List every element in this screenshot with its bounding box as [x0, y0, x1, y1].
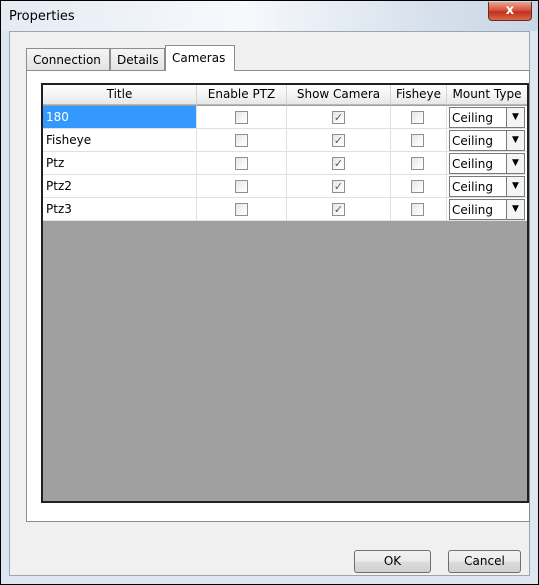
enable-ptz-cell	[197, 106, 287, 129]
dropdown-arrow-icon[interactable]: ▼	[506, 154, 524, 173]
cameras-grid: Title Enable PTZ Show Camera Fisheye Mou…	[41, 83, 529, 503]
mount-type-dropdown[interactable]: Ceiling ▼	[449, 199, 525, 220]
column-header-title[interactable]: Title	[43, 85, 197, 105]
table-row[interactable]: 180 ✓ Ceiling ▼	[43, 106, 527, 129]
camera-title-cell[interactable]: Ptz	[43, 152, 197, 175]
fisheye-cell	[391, 175, 447, 198]
column-header-mount-type[interactable]: Mount Type	[447, 85, 527, 105]
checkmark-icon: ✓	[333, 111, 344, 124]
tab-cameras-label: Cameras	[172, 51, 226, 65]
window-title: Properties	[9, 9, 75, 24]
close-icon: x	[505, 3, 515, 18]
tab-details-label: Details	[117, 53, 159, 67]
tab-connection-label: Connection	[33, 53, 101, 67]
camera-title-cell[interactable]: Fisheye	[43, 129, 197, 152]
mount-type-value: Ceiling	[452, 157, 493, 171]
fisheye-cell	[391, 198, 447, 221]
dropdown-arrow-icon[interactable]: ▼	[506, 108, 524, 127]
enable-ptz-checkbox[interactable]	[235, 157, 248, 170]
mount-type-cell: Ceiling ▼	[447, 175, 527, 198]
show-camera-checkbox[interactable]: ✓	[332, 134, 345, 147]
cameras-tab-panel: Title Enable PTZ Show Camera Fisheye Mou…	[26, 70, 530, 522]
mount-type-cell: Ceiling ▼	[447, 106, 527, 129]
mount-type-value: Ceiling	[452, 180, 493, 194]
table-row[interactable]: Ptz2 ✓ Ceiling ▼	[43, 175, 527, 198]
enable-ptz-cell	[197, 152, 287, 175]
show-camera-cell: ✓	[287, 198, 391, 221]
table-row[interactable]: Ptz ✓ Ceiling ▼	[43, 152, 527, 175]
camera-title-cell[interactable]: 180	[43, 106, 197, 129]
fisheye-checkbox[interactable]	[411, 134, 424, 147]
fisheye-cell	[391, 152, 447, 175]
show-camera-checkbox[interactable]: ✓	[332, 111, 345, 124]
enable-ptz-checkbox[interactable]	[235, 134, 248, 147]
tab-cameras[interactable]: Cameras	[165, 45, 235, 71]
mount-type-value: Ceiling	[452, 203, 493, 217]
show-camera-cell: ✓	[287, 129, 391, 152]
cancel-button[interactable]: Cancel	[448, 550, 521, 573]
mount-type-value: Ceiling	[452, 111, 493, 125]
column-header-enable-ptz[interactable]: Enable PTZ	[197, 85, 287, 105]
table-row[interactable]: Ptz3 ✓ Ceiling ▼	[43, 198, 527, 221]
show-camera-cell: ✓	[287, 175, 391, 198]
checkmark-icon: ✓	[333, 180, 344, 193]
mount-type-cell: Ceiling ▼	[447, 198, 527, 221]
camera-title-cell[interactable]: Ptz3	[43, 198, 197, 221]
mount-type-value: Ceiling	[452, 134, 493, 148]
ok-button[interactable]: OK	[354, 550, 431, 573]
mount-type-dropdown[interactable]: Ceiling ▼	[449, 107, 525, 128]
enable-ptz-checkbox[interactable]	[235, 180, 248, 193]
fisheye-checkbox[interactable]	[411, 157, 424, 170]
window-frame: Connection Details Cameras Title Enable …	[1, 31, 538, 584]
column-header-fisheye[interactable]: Fisheye	[391, 85, 447, 105]
checkmark-icon: ✓	[333, 157, 344, 170]
mount-type-dropdown[interactable]: Ceiling ▼	[449, 153, 525, 174]
checkmark-icon: ✓	[333, 134, 344, 147]
show-camera-cell: ✓	[287, 152, 391, 175]
enable-ptz-cell	[197, 129, 287, 152]
mount-type-dropdown[interactable]: Ceiling ▼	[449, 176, 525, 197]
dropdown-arrow-icon[interactable]: ▼	[506, 177, 524, 196]
fisheye-checkbox[interactable]	[411, 180, 424, 193]
fisheye-cell	[391, 106, 447, 129]
column-header-show-camera[interactable]: Show Camera	[287, 85, 391, 105]
close-button[interactable]: x	[488, 2, 532, 21]
tab-connection[interactable]: Connection	[26, 48, 110, 70]
show-camera-cell: ✓	[287, 106, 391, 129]
dropdown-arrow-icon[interactable]: ▼	[506, 131, 524, 150]
enable-ptz-checkbox[interactable]	[235, 111, 248, 124]
fisheye-checkbox[interactable]	[411, 203, 424, 216]
enable-ptz-cell	[197, 198, 287, 221]
table-row[interactable]: Fisheye ✓ Ceiling ▼	[43, 129, 527, 152]
enable-ptz-cell	[197, 175, 287, 198]
checkmark-icon: ✓	[333, 203, 344, 216]
show-camera-checkbox[interactable]: ✓	[332, 180, 345, 193]
mount-type-dropdown[interactable]: Ceiling ▼	[449, 130, 525, 151]
tab-details[interactable]: Details	[110, 48, 165, 70]
dialog-client-area: Connection Details Cameras Title Enable …	[9, 31, 530, 576]
camera-title-cell[interactable]: Ptz2	[43, 175, 197, 198]
dropdown-arrow-icon[interactable]: ▼	[506, 200, 524, 219]
show-camera-checkbox[interactable]: ✓	[332, 157, 345, 170]
show-camera-checkbox[interactable]: ✓	[332, 203, 345, 216]
grid-header: Title Enable PTZ Show Camera Fisheye Mou…	[43, 85, 527, 105]
mount-type-cell: Ceiling ▼	[447, 129, 527, 152]
fisheye-cell	[391, 129, 447, 152]
fisheye-checkbox[interactable]	[411, 111, 424, 124]
enable-ptz-checkbox[interactable]	[235, 203, 248, 216]
title-bar[interactable]: Properties x	[1, 1, 538, 31]
mount-type-cell: Ceiling ▼	[447, 152, 527, 175]
properties-window: Properties x Connection Details Cameras …	[0, 0, 539, 585]
